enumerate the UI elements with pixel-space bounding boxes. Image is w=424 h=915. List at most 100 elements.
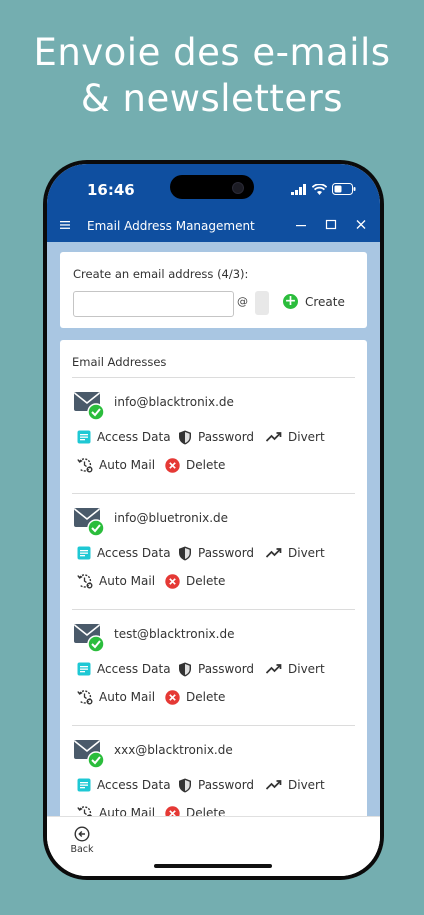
delete-button[interactable]: Delete (165, 573, 225, 589)
verified-mail-icon (74, 508, 104, 537)
access-data-button[interactable]: Access Data (77, 429, 171, 445)
back-label: Back (70, 844, 94, 855)
camera-icon (232, 182, 244, 194)
document-icon (77, 778, 91, 792)
delete-label: Delete (186, 574, 226, 588)
system-icons (291, 182, 356, 196)
divider (72, 377, 355, 378)
home-indicator[interactable] (154, 864, 272, 868)
password-button[interactable]: Password (178, 777, 254, 793)
create-button[interactable]: + Create (283, 294, 345, 309)
shield-icon (179, 430, 191, 444)
divider (72, 493, 355, 494)
main-content: Create an email address (4/3): @ + Creat… (47, 242, 380, 817)
password-button[interactable]: Password (178, 545, 254, 561)
document-icon (77, 662, 91, 676)
trending-up-icon (266, 780, 282, 790)
history-settings-icon (77, 690, 93, 705)
history-settings-icon (77, 458, 93, 473)
back-arrow-icon (74, 826, 90, 842)
access-data-label: Access Data (97, 778, 171, 792)
hamburger-icon[interactable] (59, 218, 73, 232)
divert-button[interactable]: Divert (266, 661, 325, 677)
divert-button[interactable]: Divert (266, 777, 325, 793)
list-item: xxx@blacktronix.de Access Data Password … (60, 739, 367, 817)
wifi-icon (312, 183, 327, 195)
access-data-button[interactable]: Access Data (77, 777, 171, 793)
delete-circle-icon (165, 457, 180, 473)
shield-icon (179, 778, 191, 792)
signal-icon (291, 183, 306, 195)
email-list-card: Email Addresses info@blacktronix.de Acce… (60, 340, 367, 817)
verified-mail-icon (74, 740, 104, 769)
auto-mail-label: Auto Mail (99, 690, 156, 704)
email-local-part-input[interactable] (73, 291, 234, 317)
auto-mail-button[interactable]: Auto Mail (77, 457, 155, 473)
access-data-label: Access Data (97, 662, 171, 676)
access-data-button[interactable]: Access Data (77, 545, 171, 561)
divert-button[interactable]: Divert (266, 429, 325, 445)
auto-mail-label: Auto Mail (99, 574, 156, 588)
access-data-label: Access Data (97, 546, 171, 560)
back-button[interactable]: Back (67, 826, 97, 855)
bottom-bar: Back (47, 816, 380, 876)
phone-screen: 16:46 Email Address Management Create an… (47, 164, 380, 876)
trending-up-icon (266, 548, 282, 558)
auto-mail-label: Auto Mail (99, 458, 156, 472)
password-label: Password (198, 546, 255, 560)
dynamic-island (170, 175, 254, 199)
battery-icon (332, 183, 356, 195)
verified-mail-icon (74, 624, 104, 653)
delete-label: Delete (186, 690, 226, 704)
password-label: Password (198, 778, 255, 792)
access-data-label: Access Data (97, 430, 171, 444)
status-time: 16:46 (87, 181, 135, 199)
divert-label: Divert (288, 778, 325, 792)
at-sign: @ (237, 295, 248, 308)
trending-up-icon (266, 432, 282, 442)
history-settings-icon (77, 574, 93, 589)
divider (72, 609, 355, 610)
delete-circle-icon (165, 573, 180, 589)
window-title: Email Address Management (87, 219, 255, 233)
trending-up-icon (266, 664, 282, 674)
status-bar: 16:46 (47, 164, 380, 210)
email-address: xxx@blacktronix.de (114, 743, 233, 757)
plus-circle-icon: + (283, 293, 298, 309)
email-address: test@blacktronix.de (114, 627, 235, 641)
divert-button[interactable]: Divert (266, 545, 325, 561)
password-button[interactable]: Password (178, 661, 254, 677)
list-item: info@blacktronix.de Access Data Password… (60, 391, 367, 507)
list-item: info@bluetronix.de Access Data Password … (60, 507, 367, 623)
shield-icon (179, 546, 191, 560)
phone-frame: 16:46 Email Address Management Create an… (43, 160, 384, 880)
divider (72, 725, 355, 726)
create-button-label: Create (305, 294, 345, 309)
delete-label: Delete (186, 458, 226, 472)
shield-icon (179, 662, 191, 676)
auto-mail-button[interactable]: Auto Mail (77, 689, 155, 705)
document-icon (77, 546, 91, 560)
divert-label: Divert (288, 430, 325, 444)
domain-select[interactable] (255, 291, 269, 315)
divert-label: Divert (288, 662, 325, 676)
minimize-icon[interactable] (292, 216, 310, 234)
create-email-label: Create an email address (4/3): (73, 267, 249, 281)
close-icon[interactable] (352, 216, 370, 234)
delete-button[interactable]: Delete (165, 689, 225, 705)
promo-headline: Envoie des e-mails & newsletters (0, 30, 424, 122)
password-label: Password (198, 430, 255, 444)
list-heading: Email Addresses (72, 355, 167, 369)
password-button[interactable]: Password (178, 429, 254, 445)
document-icon (77, 430, 91, 444)
email-address: info@blacktronix.de (114, 395, 234, 409)
maximize-icon[interactable] (322, 216, 340, 234)
verified-mail-icon (74, 392, 104, 421)
email-address: info@bluetronix.de (114, 511, 229, 525)
app-title-bar: Email Address Management (47, 210, 380, 242)
promo-line-1: Envoie des e-mails (33, 31, 391, 74)
auto-mail-button[interactable]: Auto Mail (77, 573, 155, 589)
promo-line-2: & newsletters (80, 77, 344, 120)
access-data-button[interactable]: Access Data (77, 661, 171, 677)
delete-button[interactable]: Delete (165, 457, 225, 473)
